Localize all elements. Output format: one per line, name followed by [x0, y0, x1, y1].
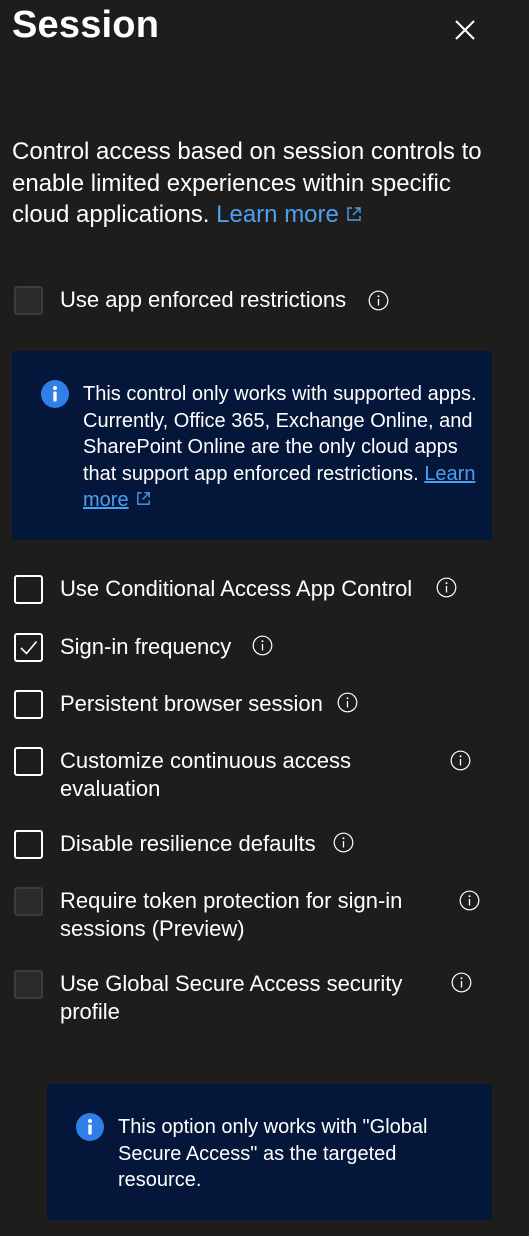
info-badge-icon — [76, 1113, 104, 1141]
option-continuous-access-evaluation: Customize continuous access evaluation — [14, 747, 380, 803]
info-icon[interactable] — [459, 890, 480, 911]
info-box-text: This control only works with supported a… — [83, 381, 478, 514]
option-label: Customize continuous access evaluation — [60, 748, 352, 801]
external-link-icon — [136, 492, 150, 506]
info-icon[interactable] — [368, 290, 389, 311]
info-icon[interactable] — [436, 577, 457, 598]
info-icon[interactable] — [252, 635, 273, 656]
close-icon — [455, 20, 475, 40]
learn-more-link[interactable]: Learn more — [216, 201, 363, 228]
option-disable-resilience-defaults: Disable resilience defaults — [14, 830, 316, 859]
info-icon[interactable] — [333, 832, 354, 853]
token-protection-checkbox[interactable] — [14, 887, 43, 916]
continuous-access-evaluation-checkbox[interactable] — [14, 747, 43, 776]
option-global-secure-access-profile: Use Global Secure Access security profil… — [14, 970, 410, 1026]
option-label: Require token protection for sign-in ses… — [60, 888, 403, 941]
app-enforced-info-box: This control only works with supported a… — [12, 351, 492, 540]
info-icon[interactable] — [451, 972, 472, 993]
info-box-text: This option only works with "Global Secu… — [118, 1116, 428, 1191]
panel-title: Session — [12, 4, 160, 46]
option-token-protection: Require token protection for sign-in ses… — [14, 887, 410, 943]
option-label: Sign-in frequency — [60, 634, 232, 659]
panel-description: Control access based on session controls… — [12, 136, 512, 231]
close-button[interactable] — [447, 12, 483, 48]
checkmark-icon — [20, 640, 38, 655]
option-app-enforced-restrictions: Use app enforced restrictions — [14, 286, 346, 315]
info-text: This control only works with supported a… — [83, 383, 477, 485]
session-panel: Session Control access based on session … — [0, 0, 529, 1236]
info-icon[interactable] — [337, 692, 358, 713]
external-link-icon — [347, 206, 361, 221]
info-icon[interactable] — [450, 750, 471, 771]
gsa-info-box: This option only works with "Global Secu… — [47, 1084, 492, 1220]
conditional-access-app-control-checkbox[interactable] — [14, 575, 43, 604]
option-persistent-browser-session: Persistent browser session — [14, 690, 323, 719]
app-enforced-restrictions-checkbox[interactable] — [14, 286, 43, 315]
option-conditional-access-app-control: Use Conditional Access App Control — [14, 575, 412, 604]
option-label: Disable resilience defaults — [60, 831, 316, 856]
sign-in-frequency-checkbox[interactable] — [14, 633, 43, 662]
option-sign-in-frequency: Sign-in frequency — [14, 633, 231, 662]
option-label: Persistent browser session — [60, 691, 323, 716]
persistent-browser-session-checkbox[interactable] — [14, 690, 43, 719]
option-label: Use Global Secure Access security profil… — [60, 971, 403, 1024]
option-label: Use app enforced restrictions — [60, 287, 347, 312]
disable-resilience-defaults-checkbox[interactable] — [14, 830, 43, 859]
global-secure-access-profile-checkbox[interactable] — [14, 970, 43, 999]
option-label: Use Conditional Access App Control — [60, 576, 413, 601]
info-badge-icon — [41, 380, 69, 408]
